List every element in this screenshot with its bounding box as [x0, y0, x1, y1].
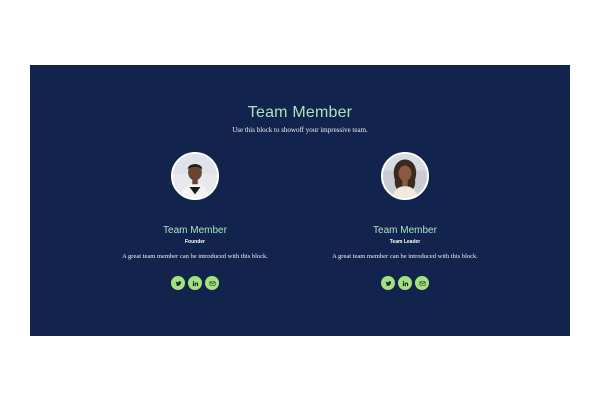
section-title: Team Member [247, 104, 353, 121]
team-member-card: Team Member Team Leader A great team mem… [305, 152, 505, 290]
mail-icon [419, 280, 425, 286]
member-name: Team Member [373, 225, 437, 236]
member-name: Team Member [163, 225, 227, 236]
member-role: Founder [185, 239, 205, 245]
member-bio: A great team member can be introduced wi… [332, 253, 478, 260]
avatar [171, 152, 219, 200]
team-member-card: Team Member Founder A great team member … [95, 152, 295, 290]
team-section: Team Member Use this block to showoff yo… [30, 65, 570, 336]
member-bio: A great team member can be introduced wi… [122, 253, 268, 260]
linkedin-link[interactable] [188, 276, 202, 290]
avatar [381, 152, 429, 200]
social-links [95, 276, 295, 290]
social-links [305, 276, 505, 290]
linkedin-icon [192, 280, 198, 286]
member-photo [173, 154, 217, 198]
linkedin-link[interactable] [398, 276, 412, 290]
email-link[interactable] [415, 276, 429, 290]
twitter-link[interactable] [171, 276, 185, 290]
twitter-icon [385, 280, 392, 286]
section-subtitle: Use this block to showoff your impressiv… [232, 126, 368, 134]
linkedin-icon [402, 280, 408, 286]
email-link[interactable] [205, 276, 219, 290]
member-photo [383, 154, 427, 198]
twitter-link[interactable] [381, 276, 395, 290]
member-role: Team Leader [389, 239, 421, 245]
mail-icon [209, 280, 215, 286]
twitter-icon [175, 280, 182, 286]
